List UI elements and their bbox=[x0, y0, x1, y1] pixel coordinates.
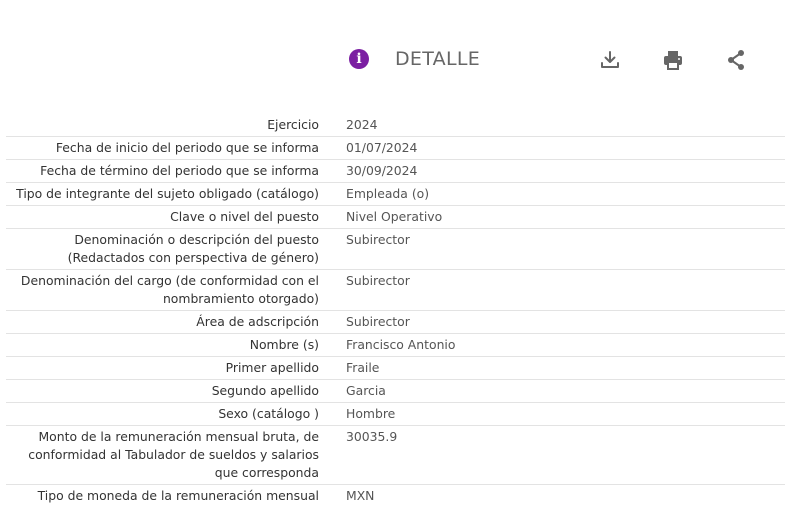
row-value: Fraile bbox=[346, 360, 380, 375]
row-label: Denominación o descripción del puesto (R… bbox=[67, 232, 319, 265]
row-label: Monto de la remuneración mensual bruta, … bbox=[28, 429, 319, 480]
table-row: Denominación o descripción del puesto (R… bbox=[6, 229, 785, 270]
row-value: Subirector bbox=[346, 273, 410, 288]
row-label: Primer apellido bbox=[225, 360, 319, 375]
row-label: Tipo de integrante del sujeto obligado (… bbox=[16, 186, 319, 201]
share-button[interactable] bbox=[724, 48, 748, 72]
row-label: Nombre (s) bbox=[249, 337, 319, 352]
table-row: Tipo de integrante del sujeto obligado (… bbox=[6, 183, 785, 206]
row-label: Denominación del cargo (de conformidad c… bbox=[20, 273, 319, 306]
detail-page: i DETALLE Ejercicio 2024 Fecha de inicio… bbox=[0, 0, 800, 505]
row-label: Ejercicio bbox=[267, 117, 319, 132]
print-icon bbox=[664, 51, 682, 70]
table-row: Denominación del cargo (de conformidad c… bbox=[6, 270, 785, 311]
row-value: 30035.9 bbox=[346, 429, 398, 444]
row-label: Tipo de moneda de la remuneración mensua… bbox=[37, 488, 319, 503]
table-row: Clave o nivel del puesto Nivel Operativo bbox=[6, 206, 785, 229]
row-label: Fecha de inicio del periodo que se infor… bbox=[55, 140, 319, 155]
row-label: Segundo apellido bbox=[211, 383, 319, 398]
table-row: Tipo de moneda de la remuneración mensua… bbox=[6, 485, 785, 505]
print-button[interactable] bbox=[661, 48, 685, 72]
row-value: Nivel Operativo bbox=[346, 209, 443, 224]
page-title: DETALLE bbox=[395, 48, 481, 70]
row-label: Área de adscripción bbox=[196, 314, 319, 329]
row-value: Francisco Antonio bbox=[346, 337, 456, 352]
row-value: Garcia bbox=[346, 383, 386, 398]
row-value: Empleada (o) bbox=[346, 186, 430, 201]
info-icon: i bbox=[349, 49, 369, 69]
detail-header: i DETALLE bbox=[0, 0, 800, 120]
row-label: Fecha de término del periodo que se info… bbox=[40, 163, 319, 178]
download-icon bbox=[601, 51, 619, 68]
row-value: Subirector bbox=[346, 314, 410, 329]
table-row: Nombre (s) Francisco Antonio bbox=[6, 334, 785, 357]
share-icon bbox=[728, 50, 744, 70]
row-value: 30/09/2024 bbox=[346, 163, 418, 178]
row-value: Subirector bbox=[346, 232, 410, 247]
row-value: 2024 bbox=[346, 117, 378, 132]
table-row: Primer apellido Fraile bbox=[6, 357, 785, 380]
table-row: Área de adscripción Subirector bbox=[6, 311, 785, 334]
table-row: Sexo (catálogo ) Hombre bbox=[6, 403, 785, 426]
table-row: Segundo apellido Garcia bbox=[6, 380, 785, 403]
table-row: Fecha de término del periodo que se info… bbox=[6, 160, 785, 183]
detail-table: Ejercicio 2024 Fecha de inicio del perio… bbox=[6, 114, 785, 505]
table-row: Monto de la remuneración mensual bruta, … bbox=[6, 426, 785, 485]
download-button[interactable] bbox=[598, 48, 622, 72]
row-value: MXN bbox=[346, 488, 375, 503]
row-value: 01/07/2024 bbox=[346, 140, 418, 155]
row-value: Hombre bbox=[346, 406, 396, 421]
row-label: Clave o nivel del puesto bbox=[170, 209, 319, 224]
table-row: Ejercicio 2024 bbox=[6, 114, 785, 137]
row-label: Sexo (catálogo ) bbox=[218, 406, 319, 421]
table-row: Fecha de inicio del periodo que se infor… bbox=[6, 137, 785, 160]
